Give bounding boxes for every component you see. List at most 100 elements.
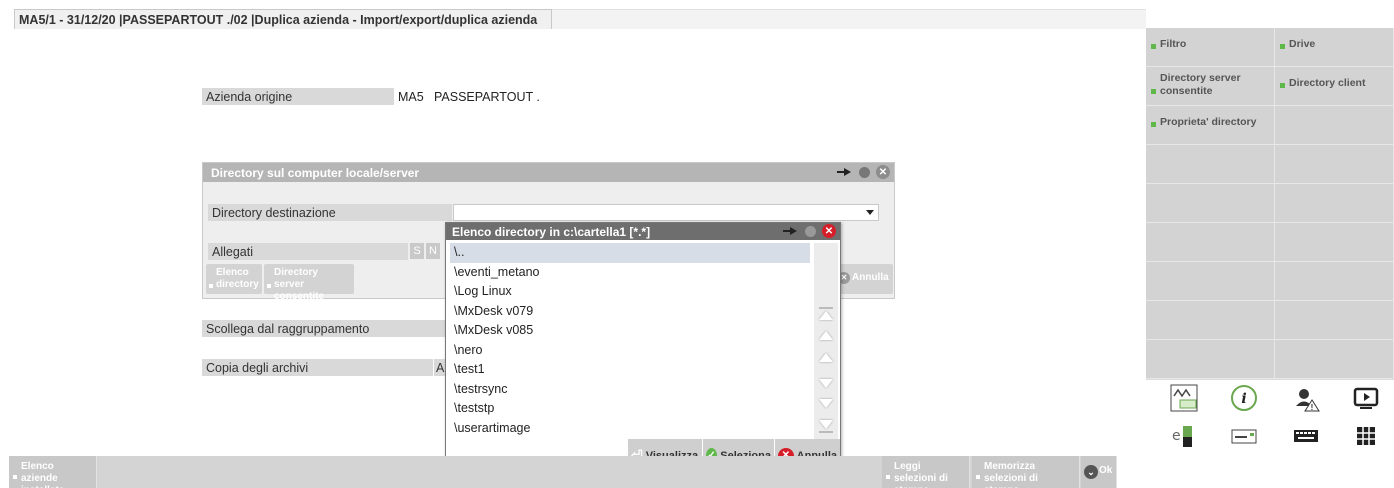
button-marker — [1151, 44, 1156, 49]
scroll-up-icon[interactable] — [819, 353, 833, 362]
user-warning-icon[interactable]: ! — [1292, 384, 1320, 412]
directory-list-item[interactable]: \.. — [450, 243, 810, 263]
azienda-origine-label: Azienda origine — [202, 88, 394, 105]
button-marker — [13, 475, 17, 479]
allegati-n-option[interactable]: N — [426, 243, 440, 259]
empty-cell — [1275, 184, 1394, 223]
copia-archivi-label: Copia degli archivi — [202, 359, 433, 376]
allegati-s-option[interactable]: S — [410, 243, 424, 259]
copia-archivi-value[interactable]: A — [434, 359, 445, 376]
directory-panel-title: Directory sul computer locale/server — [211, 166, 420, 180]
scroll-page-up-icon[interactable] — [819, 331, 833, 340]
svg-text:e: e — [1172, 428, 1181, 444]
directory-list-item[interactable]: \Log Linux — [450, 282, 810, 302]
directory-destinazione-label: Directory destinazione — [208, 204, 452, 221]
directory-server-consentite-side-label: Directory server consentite — [1160, 72, 1241, 97]
azienda-code: MA5 — [398, 90, 424, 104]
minimize-icon[interactable] — [805, 225, 816, 237]
list-scroll-controls — [814, 243, 838, 439]
elenco-aziende-installate-button[interactable]: Elenco aziende installate — [9, 456, 97, 488]
directory-server-consentite-button[interactable]: Directory server consentite — [264, 264, 354, 302]
button-marker — [209, 284, 213, 288]
empty-cell — [1146, 340, 1275, 379]
minimize-icon[interactable] — [859, 166, 870, 178]
empty-cell — [1146, 184, 1275, 223]
card-icon[interactable] — [1230, 422, 1258, 450]
keyboard-icon[interactable] — [1292, 422, 1320, 450]
scroll-bottom-bar-icon — [819, 431, 833, 433]
ok-button[interactable]: ⌄ Ok — [1081, 456, 1117, 488]
directory-panel-header: Directory sul computer locale/server ✕ — [203, 163, 894, 182]
empty-cell — [1146, 223, 1275, 262]
elenco-aziende-installate-label: Elenco aziende installate — [21, 461, 64, 488]
pin-icon[interactable] — [837, 167, 853, 177]
directory-client-label: Directory client — [1289, 77, 1366, 89]
svg-text:i: i — [1241, 391, 1246, 407]
scollega-label: Scollega dal raggruppamento — [202, 320, 445, 337]
pin-icon[interactable] — [783, 226, 799, 236]
info-icon[interactable]: i — [1230, 384, 1258, 412]
leggi-selezioni-button[interactable]: Leggi selezioni di stampa — [882, 456, 970, 488]
empty-cell — [1146, 145, 1275, 184]
elenco-directory-button[interactable]: Elenco directory — [206, 264, 262, 294]
directory-list-item[interactable]: \MxDesk v085 — [450, 321, 810, 341]
button-marker — [1280, 44, 1285, 49]
proprieta-directory-label: Proprieta' directory — [1160, 116, 1257, 128]
bottom-command-bar: Elenco aziende installate Leggi selezion… — [9, 456, 1117, 488]
scroll-top-bar-icon — [819, 307, 833, 309]
directory-destinazione-select[interactable] — [453, 204, 879, 221]
empty-cell — [1146, 262, 1275, 301]
scroll-bottom-icon[interactable] — [819, 420, 833, 429]
eprocurement-icon[interactable]: e — [1170, 422, 1198, 450]
close-icon[interactable]: ✕ — [876, 165, 890, 179]
empty-cell — [1275, 223, 1394, 262]
screen-play-icon[interactable] — [1352, 384, 1380, 412]
dir-panel-annulla-label: Annulla — [852, 272, 889, 283]
chevron-down-icon — [866, 210, 874, 215]
button-marker — [976, 475, 980, 479]
directory-server-consentite-side-button[interactable]: Directory server consentite — [1146, 67, 1275, 106]
filtro-label: Filtro — [1160, 38, 1187, 50]
directory-client-button[interactable]: Directory client — [1275, 67, 1394, 106]
button-marker — [267, 284, 271, 288]
directory-server-consentite-label: Directory server consentite — [274, 267, 325, 302]
import-export-icon[interactable] — [1170, 384, 1198, 412]
window-title: MA5/1 - 31/12/20 |PASSEPARTOUT ./02 |Dup… — [14, 9, 553, 29]
close-icon[interactable]: ✕ — [822, 224, 836, 238]
memorizza-selezioni-button[interactable]: Memorizza selezioni di stampa — [972, 456, 1080, 488]
directory-list-item[interactable]: \testrsync — [450, 380, 810, 400]
proprieta-directory-button[interactable]: Proprieta' directory — [1146, 106, 1275, 145]
allegati-label: Allegati — [208, 243, 408, 260]
button-marker — [1280, 83, 1285, 88]
directory-list-item[interactable]: \nero — [450, 341, 810, 361]
leggi-selezioni-label: Leggi selezioni di stampa — [894, 461, 948, 488]
azienda-name: PASSEPARTOUT . — [434, 90, 540, 104]
empty-cell — [1275, 262, 1394, 301]
list-popup-header: Elenco directory in c:\cartella1 [*.*] ✕ — [446, 223, 840, 240]
directory-list-item[interactable]: \teststp — [450, 399, 810, 419]
empty-cell — [1146, 301, 1275, 340]
grid-icon[interactable] — [1352, 422, 1380, 450]
empty-cell — [1275, 301, 1394, 340]
empty-cell — [1275, 145, 1394, 184]
button-marker — [1151, 89, 1156, 94]
directory-list-item[interactable]: \userartimage — [450, 419, 810, 439]
directory-list-item[interactable]: \MxDesk v079 — [450, 302, 810, 322]
dir-panel-annulla-button[interactable]: ✕ Annulla — [838, 264, 893, 294]
list-popup-title: Elenco directory in c:\cartella1 [*.*] — [452, 225, 651, 239]
right-command-panel: Filtro Drive Directory server consentite… — [1146, 28, 1394, 380]
directory-list: \.. \eventi_metano \Log Linux \MxDesk v079 \… — [450, 243, 810, 438]
filtro-button[interactable]: Filtro — [1146, 28, 1275, 67]
svg-text:!: ! — [1311, 403, 1314, 412]
drive-button[interactable]: Drive — [1275, 28, 1394, 67]
directory-list-item[interactable]: \eventi_metano — [450, 263, 810, 283]
empty-cell — [1275, 106, 1394, 145]
button-marker — [886, 475, 890, 479]
directory-list-item[interactable]: \test1 — [450, 360, 810, 380]
chevron-down-icon: ⌄ — [1084, 465, 1098, 479]
scroll-down-icon[interactable] — [819, 379, 833, 388]
button-marker — [1151, 122, 1156, 127]
scroll-page-down-icon[interactable] — [819, 399, 833, 408]
scroll-top-icon[interactable] — [819, 311, 833, 320]
elenco-directory-label: Elenco directory — [216, 267, 259, 290]
